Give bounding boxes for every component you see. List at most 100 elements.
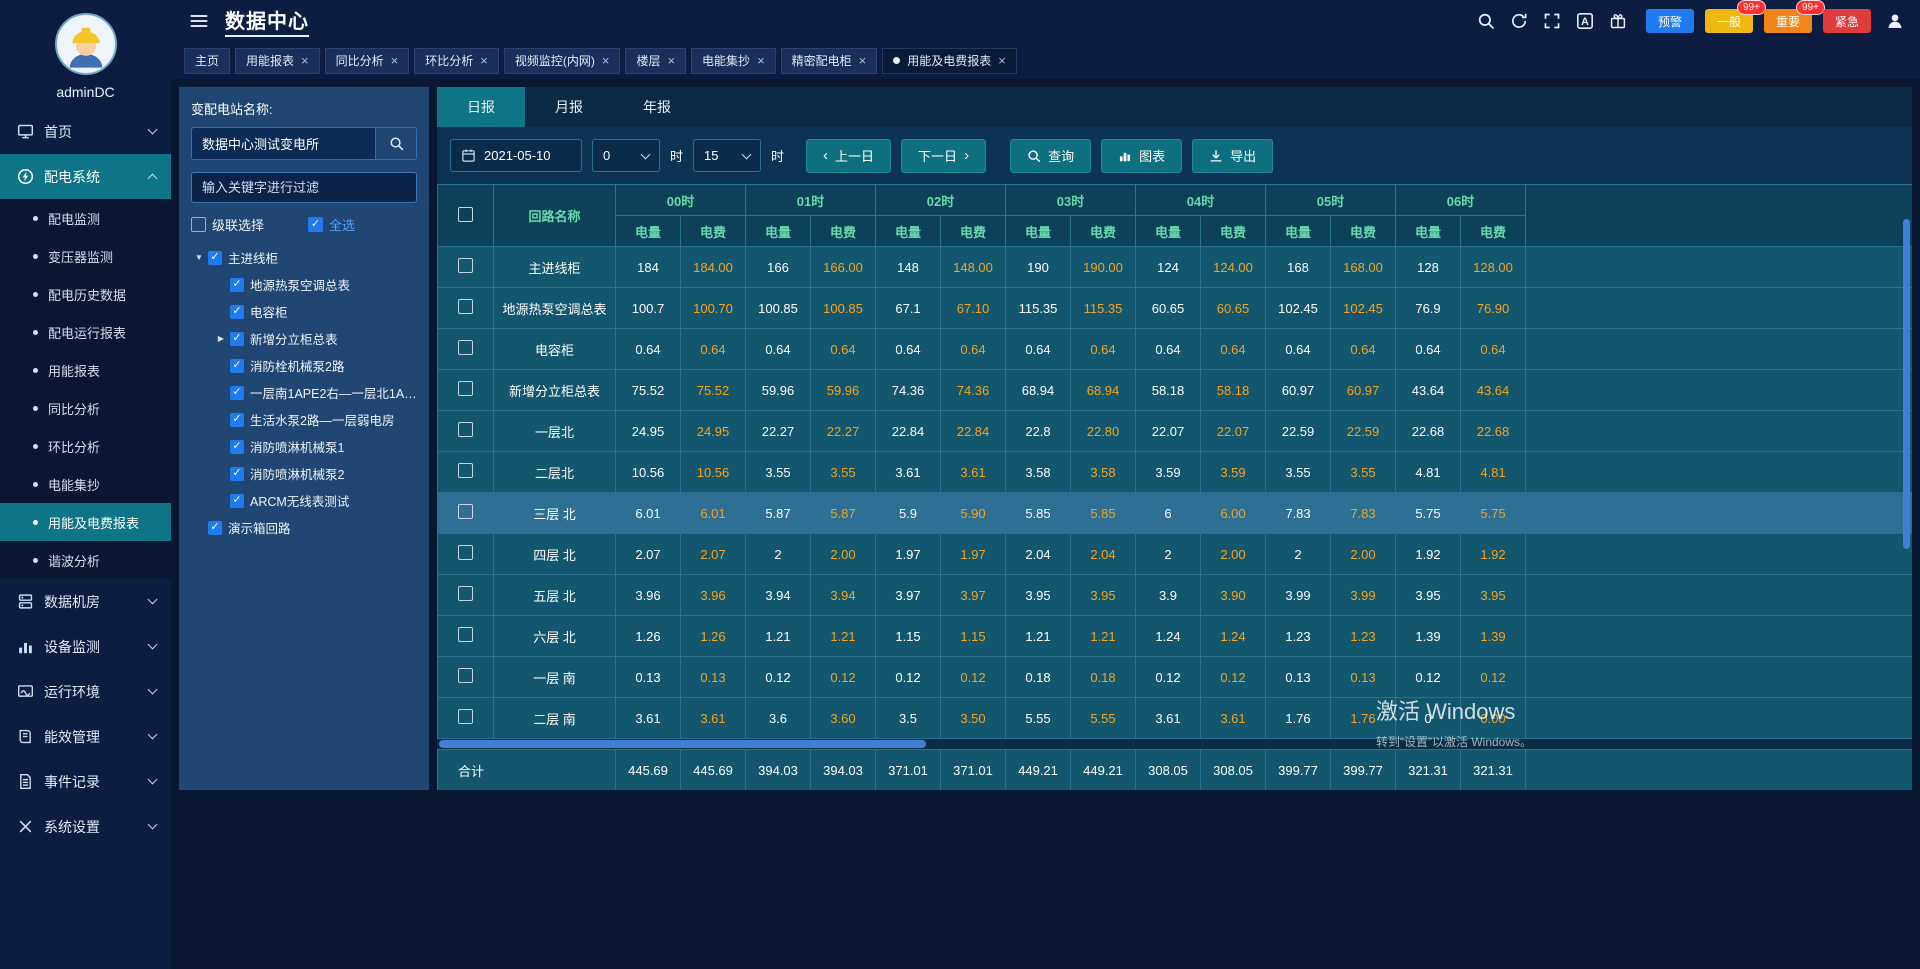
table-row[interactable]: 四层 北2.072.0722.001.971.972.042.0422.0022… [438,534,1913,575]
gift-icon[interactable] [1609,12,1627,30]
row-checkbox[interactable] [458,627,473,642]
close-icon[interactable]: × [998,54,1006,67]
sidebar-item-设备监测[interactable]: 设备监测 [0,624,171,669]
row-checkbox[interactable] [458,709,473,724]
close-icon[interactable]: × [602,54,610,67]
submenu-item-变压器监测[interactable]: 变压器监测 [0,237,171,275]
search-icon[interactable] [1477,12,1495,30]
tree-node-消防喷淋机械泵1[interactable]: 消防喷淋机械泵1 [191,433,417,460]
close-icon[interactable]: × [301,54,309,67]
row-checkbox[interactable] [458,668,473,683]
horizontal-scrollbar-thumb[interactable] [439,740,926,748]
tree-node-消防喷淋机械泵2[interactable]: 消防喷淋机械泵2 [191,460,417,487]
row-checkbox[interactable] [458,258,473,273]
row-checkbox[interactable] [458,299,473,314]
row-checkbox[interactable] [458,504,473,519]
table-row[interactable]: 电容柜0.640.640.640.640.640.640.640.640.640… [438,329,1913,370]
date-picker[interactable]: 2021-05-10 [450,139,582,172]
row-checkbox[interactable] [458,545,473,560]
tree-node-一层南1APE2右—一层北1APE1左[interactable]: 一层南1APE2右—一层北1APE1左 [191,379,417,406]
tree-node-演示箱回路[interactable]: 演示箱回路 [191,514,417,541]
sidebar-item-运行环境[interactable]: 运行环境 [0,669,171,714]
hour-to-select[interactable]: 15 [693,139,761,172]
refresh-icon[interactable] [1510,12,1528,30]
tree-checkbox[interactable] [230,494,244,508]
tree-checkbox[interactable] [230,278,244,292]
tree-node-电容柜[interactable]: 电容柜 [191,298,417,325]
tree-node-地源热泵空调总表[interactable]: 地源热泵空调总表 [191,271,417,298]
submenu-item-用能报表[interactable]: 用能报表 [0,351,171,389]
row-checkbox[interactable] [458,463,473,478]
tree-node-主进线柜[interactable]: ▼主进线柜 [191,244,417,271]
hamburger-menu-icon[interactable] [189,11,209,31]
table-row[interactable]: 一层北24.9524.9522.2722.2722.8422.8422.822.… [438,411,1913,452]
sidebar-item-数据机房[interactable]: 数据机房 [0,579,171,624]
tree-checkbox[interactable] [230,413,244,427]
tree-checkbox[interactable] [208,521,222,535]
tab-电能集抄[interactable]: 电能集抄× [691,48,776,74]
table-row[interactable]: 新增分立柜总表75.5275.5259.9659.9674.3674.3668.… [438,370,1913,411]
sidebar-item-能效管理[interactable]: 能效管理 [0,714,171,759]
close-icon[interactable]: × [667,54,675,67]
tree-checkbox[interactable] [230,332,244,346]
tab-主页[interactable]: 主页 [184,48,230,74]
submenu-item-配电历史数据[interactable]: 配电历史数据 [0,275,171,313]
row-checkbox[interactable] [458,381,473,396]
period-tab-月报[interactable]: 月报 [525,87,613,127]
tab-视频监控(内网)[interactable]: 视频监控(内网)× [504,48,621,74]
tab-环比分析[interactable]: 环比分析× [414,48,499,74]
period-tab-年报[interactable]: 年报 [613,87,701,127]
table-row[interactable]: 三层 北6.016.015.875.875.95.905.855.8566.00… [438,493,1913,534]
tab-同比分析[interactable]: 同比分析× [325,48,410,74]
sidebar-item-系统设置[interactable]: 系统设置 [0,804,171,849]
caret-right-icon[interactable]: ▶ [215,334,227,343]
chart-button[interactable]: 图表 [1101,139,1182,173]
table-row[interactable]: 二层 南3.613.613.63.603.53.505.555.553.613.… [438,698,1913,739]
tree-checkbox[interactable] [208,251,222,265]
tree-node-新增分立柜总表[interactable]: ▶新增分立柜总表 [191,325,417,352]
export-button[interactable]: 导出 [1192,139,1273,173]
submenu-item-环比分析[interactable]: 环比分析 [0,427,171,465]
alert-button-重要[interactable]: 重要99+ [1764,9,1812,33]
tree-node-ARCM无线表测试[interactable]: ARCM无线表测试 [191,487,417,514]
table-row[interactable]: 六层 北1.261.261.211.211.151.151.211.211.24… [438,616,1913,657]
tree-filter-input[interactable] [191,172,417,203]
submenu-item-用能及电费报表[interactable]: 用能及电费报表 [0,503,171,541]
table-row[interactable]: 主进线柜184184.00166166.00148148.00190190.00… [438,247,1913,288]
tree-node-生活水泵2路—一层弱电房[interactable]: 生活水泵2路—一层弱电房 [191,406,417,433]
table-row[interactable]: 二层北10.5610.563.553.553.613.613.583.583.5… [438,452,1913,493]
prev-day-button[interactable]: ‹ 上一日 [806,139,891,173]
query-button[interactable]: 查询 [1010,139,1091,173]
row-checkbox[interactable] [458,586,473,601]
tree-checkbox[interactable] [230,386,244,400]
vertical-scrollbar-thumb[interactable] [1903,219,1910,549]
row-checkbox[interactable] [458,422,473,437]
hour-from-select[interactable]: 0 [592,139,660,172]
table-row[interactable]: 五层 北3.963.963.943.943.973.973.953.953.93… [438,575,1913,616]
station-input[interactable] [191,127,375,160]
submenu-item-同比分析[interactable]: 同比分析 [0,389,171,427]
tree-checkbox[interactable] [230,467,244,481]
submenu-item-电能集抄[interactable]: 电能集抄 [0,465,171,503]
select-all-rows-checkbox[interactable] [458,207,473,222]
user-icon[interactable] [1886,12,1904,30]
period-tab-日报[interactable]: 日报 [437,87,525,127]
tab-用能及电费报表[interactable]: 用能及电费报表× [882,48,1017,74]
caret-down-icon[interactable]: ▼ [193,253,205,262]
sidebar-item-事件记录[interactable]: 事件记录 [0,759,171,804]
submenu-item-谐波分析[interactable]: 谐波分析 [0,541,171,579]
tree-node-消防栓机械泵2路[interactable]: 消防栓机械泵2路 [191,352,417,379]
submenu-item-配电运行报表[interactable]: 配电运行报表 [0,313,171,351]
close-icon[interactable]: × [757,54,765,67]
cascade-checkbox[interactable] [191,217,206,232]
table-row[interactable]: 一层 南0.130.130.120.120.120.120.180.180.12… [438,657,1913,698]
close-icon[interactable]: × [480,54,488,67]
close-icon[interactable]: × [859,54,867,67]
tab-精密配电柜[interactable]: 精密配电柜× [781,48,878,74]
close-icon[interactable]: × [391,54,399,67]
submenu-item-配电监测[interactable]: 配电监测 [0,199,171,237]
table-row[interactable]: 地源热泵空调总表100.7100.70100.85100.8567.167.10… [438,288,1913,329]
alert-button-一般[interactable]: 一般99+ [1705,9,1753,33]
row-checkbox[interactable] [458,340,473,355]
translate-icon[interactable]: A [1576,12,1594,30]
